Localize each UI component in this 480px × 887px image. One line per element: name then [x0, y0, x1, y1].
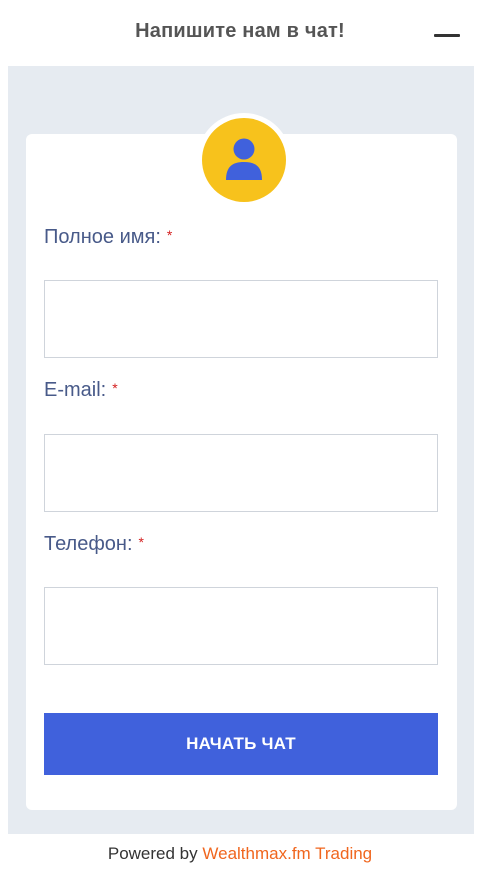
email-label: E-mail: *	[44, 379, 118, 402]
user-icon	[226, 138, 262, 180]
full-name-label: Полное имя: *	[44, 226, 172, 249]
full-name-label-text: Полное имя:	[44, 226, 161, 248]
minus-icon	[434, 34, 460, 37]
chat-header: Напишите нам в чат!	[0, 0, 480, 64]
email-input[interactable]	[44, 434, 438, 512]
phone-label: Телефон: *	[44, 533, 144, 556]
minimize-button[interactable]	[424, 20, 468, 48]
phone-input[interactable]	[44, 587, 438, 665]
required-mark: *	[166, 227, 173, 243]
full-name-input[interactable]	[44, 280, 438, 358]
brand-link[interactable]: Wealthmax.fm Trading	[202, 844, 372, 863]
powered-by-text: Powered by	[107, 844, 198, 863]
required-mark: *	[112, 380, 118, 396]
email-label-text: E-mail:	[44, 379, 107, 401]
required-mark: *	[138, 534, 144, 550]
chat-title: Напишите нам в чат!	[135, 20, 345, 42]
footer: Powered by Wealthmax.fm Trading	[0, 844, 480, 864]
start-chat-button[interactable]: НАЧАТЬ ЧАТ	[44, 713, 438, 775]
avatar	[202, 118, 286, 202]
phone-label-text: Телефон:	[44, 533, 133, 555]
